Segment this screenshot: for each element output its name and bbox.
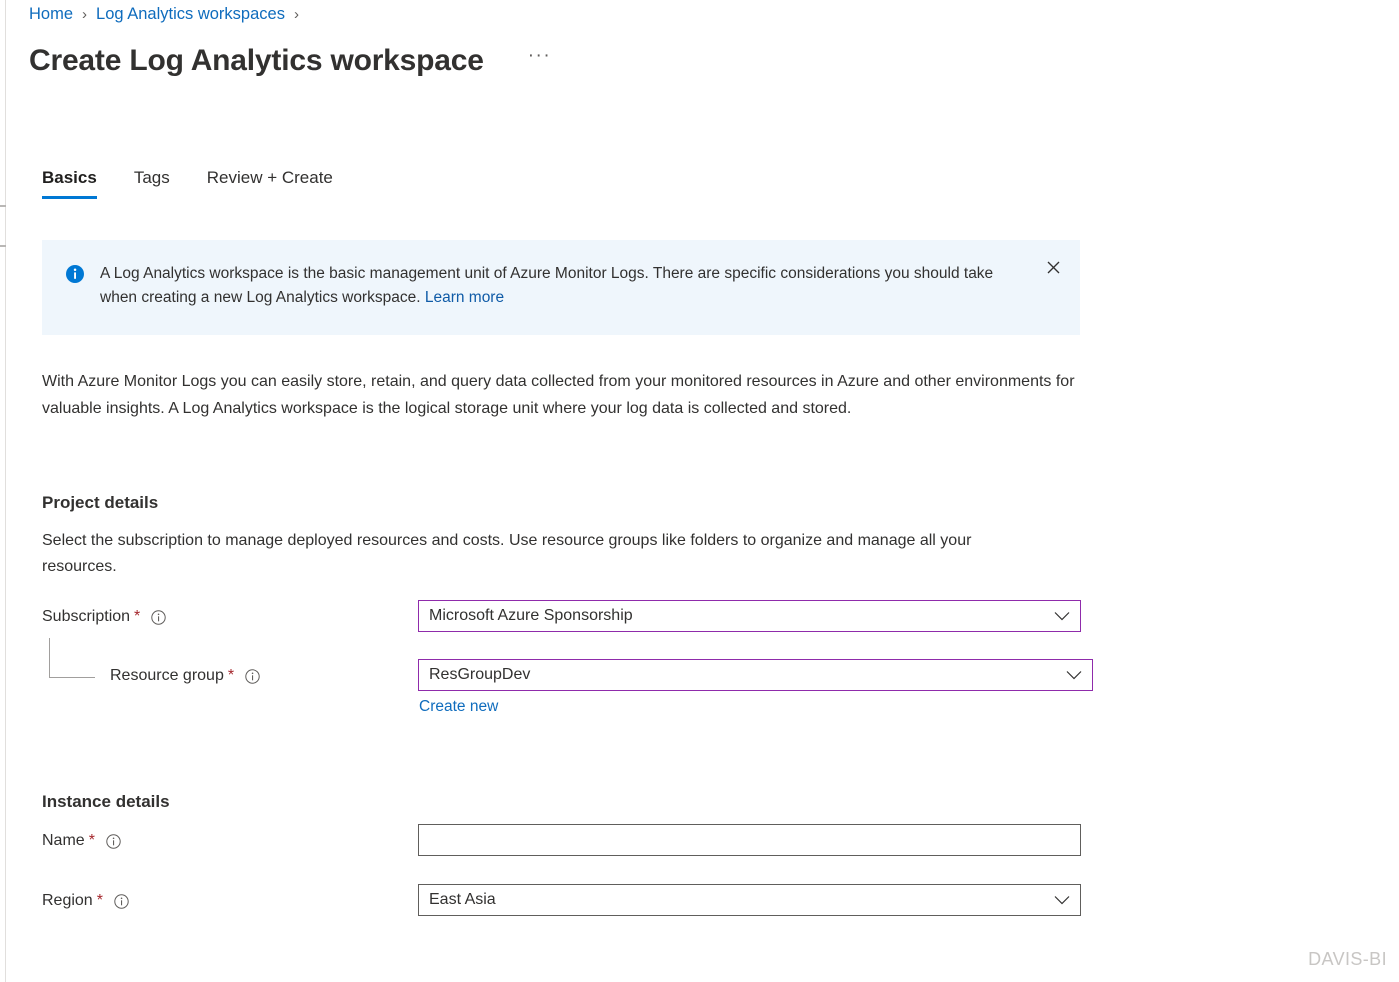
chevron-down-icon xyxy=(1054,611,1070,621)
label-name-text: Name xyxy=(42,832,85,849)
info-circle-icon[interactable] xyxy=(151,609,166,625)
resource-group-dropdown[interactable]: ResGroupDev xyxy=(418,659,1093,691)
page-title: Create Log Analytics workspace xyxy=(29,44,484,77)
breadcrumb-item-home[interactable]: Home xyxy=(29,5,73,24)
info-circle-icon[interactable] xyxy=(245,668,260,684)
chevron-down-icon xyxy=(1054,895,1070,905)
label-region-text: Region xyxy=(42,892,93,909)
chevron-down-icon xyxy=(1066,670,1082,680)
nav-rail-tick xyxy=(0,245,6,247)
info-circle-icon[interactable] xyxy=(114,893,129,909)
info-banner-text: A Log Analytics workspace is the basic m… xyxy=(100,262,1010,313)
create-new-resource-group-link[interactable]: Create new xyxy=(419,698,498,716)
watermark: DAVIS-BI xyxy=(1308,949,1387,969)
nav-rail-divider xyxy=(5,0,6,982)
info-banner-message: A Log Analytics workspace is the basic m… xyxy=(100,265,994,306)
learn-more-link[interactable]: Learn more xyxy=(425,289,504,306)
label-resource-group: Resource group * xyxy=(110,667,260,685)
breadcrumb-separator-icon: › xyxy=(293,6,299,23)
label-subscription: Subscription * xyxy=(42,608,166,626)
required-marker: * xyxy=(96,892,103,909)
section-heading-instance-details: Instance details xyxy=(42,792,170,811)
label-region: Region * xyxy=(42,892,129,910)
resource-group-tree-connector xyxy=(49,638,95,678)
required-marker: * xyxy=(88,832,95,849)
info-icon xyxy=(66,265,84,283)
close-icon[interactable] xyxy=(1042,256,1064,278)
tab-basics[interactable]: Basics xyxy=(42,168,97,199)
resource-group-value: ResGroupDev xyxy=(429,666,531,683)
tab-tags[interactable]: Tags xyxy=(134,168,170,199)
subscription-value: Microsoft Azure Sponsorship xyxy=(429,607,633,624)
subscription-dropdown[interactable]: Microsoft Azure Sponsorship xyxy=(418,600,1081,632)
create-log-analytics-workspace-page: Home › Log Analytics workspaces › Create… xyxy=(0,0,1399,982)
required-marker: * xyxy=(227,667,235,684)
title-row: Create Log Analytics workspace ··· xyxy=(29,44,551,78)
nav-rail-tick xyxy=(0,205,6,207)
label-name: Name * xyxy=(42,832,121,850)
info-banner: A Log Analytics workspace is the basic m… xyxy=(42,240,1080,335)
breadcrumb: Home › Log Analytics workspaces › xyxy=(29,5,308,24)
required-marker: * xyxy=(134,608,141,625)
wizard-tabs: Basics Tags Review + Create xyxy=(42,168,370,199)
info-circle-icon[interactable] xyxy=(106,833,121,849)
breadcrumb-separator-icon: › xyxy=(82,6,88,23)
label-resource-group-text: Resource group xyxy=(110,667,224,684)
breadcrumb-item-log-analytics-workspaces[interactable]: Log Analytics workspaces xyxy=(96,5,285,24)
section-heading-project-details: Project details xyxy=(42,493,159,512)
label-subscription-text: Subscription xyxy=(42,608,131,625)
section-description-project-details: Select the subscription to manage deploy… xyxy=(42,532,972,575)
region-dropdown[interactable]: East Asia xyxy=(418,884,1081,916)
tab-review-create[interactable]: Review + Create xyxy=(207,168,333,199)
region-value: East Asia xyxy=(429,891,496,908)
name-input[interactable] xyxy=(418,824,1081,856)
more-commands-icon[interactable]: ··· xyxy=(528,46,551,77)
page-description: With Azure Monitor Logs you can easily s… xyxy=(42,373,1075,417)
